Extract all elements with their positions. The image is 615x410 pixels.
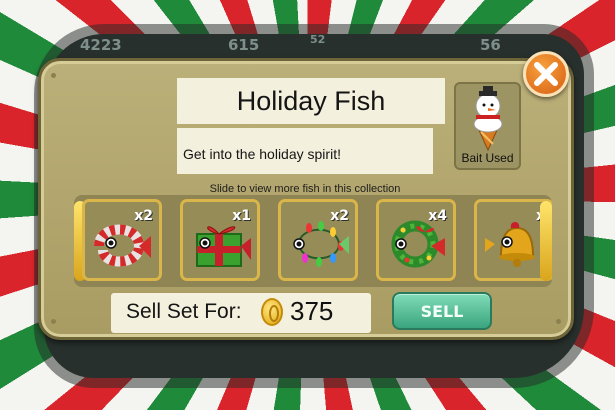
fish-count: x4: [428, 208, 447, 224]
gift-box-fish-icon: [196, 226, 251, 267]
fish-count: x2: [330, 208, 349, 224]
bell-fish-icon: [485, 222, 535, 267]
fish-card-gift-box[interactable]: x1: [180, 199, 260, 281]
bait-used-label: Bait Used: [461, 151, 514, 165]
rivet: [556, 319, 561, 324]
close-button[interactable]: [523, 51, 569, 97]
fish-card-string-lights[interactable]: x2: [278, 199, 358, 281]
gold-coin-icon: [261, 298, 283, 326]
rivet: [51, 319, 56, 324]
sell-price: 375: [290, 296, 334, 326]
bait-used-panel: Bait Used: [454, 82, 521, 170]
hud-stat: 615: [228, 36, 260, 54]
sell-set-label: Sell Set For:: [126, 300, 242, 323]
sell-button[interactable]: SELL: [392, 292, 492, 330]
carousel-hint: Slide to view more fish in this collecti…: [209, 183, 401, 195]
fish-count: x2: [134, 208, 153, 224]
collection-description: Get into the holiday spirit!: [177, 128, 433, 174]
fish-card-candy-cane[interactable]: x2: [82, 199, 162, 281]
hud-stat: 52: [310, 33, 326, 46]
wreath-fish-icon: [391, 220, 445, 268]
hud-stat: 56: [480, 36, 501, 54]
snowman-cone-icon: [473, 86, 503, 152]
carousel-right-edge[interactable]: [540, 201, 552, 281]
hud-stat: 4223: [80, 36, 122, 54]
fish-count: x1: [232, 208, 251, 224]
fish-card-wreath[interactable]: x4: [376, 199, 456, 281]
string-lights-fish-icon: [293, 221, 349, 267]
close-x-icon: [534, 62, 558, 86]
collection-title: Holiday Fish: [177, 78, 445, 124]
rivet: [51, 73, 56, 78]
candy-cane-fish-icon: [94, 224, 151, 267]
fish-carousel[interactable]: x2 x1 x2 x4: [74, 195, 552, 287]
